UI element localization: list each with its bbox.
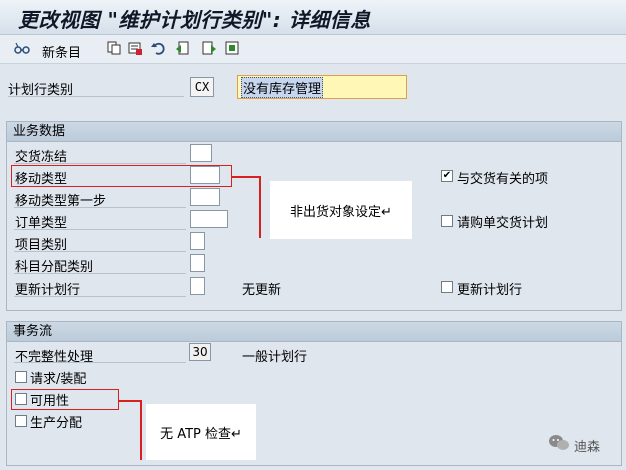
toolbar — [0, 35, 626, 64]
transaction-flow-title: 事务流 — [7, 322, 621, 342]
doc-select-icon[interactable] — [224, 40, 240, 56]
update-sched-field[interactable] — [190, 277, 205, 295]
copy-icon[interactable] — [106, 40, 122, 56]
delivery-relevant-label: 与交货有关的项 — [457, 172, 549, 187]
category-code-field[interactable]: CX — [190, 77, 214, 97]
annotation-connector — [140, 400, 142, 460]
incomplete-value-field[interactable]: 30 — [189, 343, 211, 361]
delivery-relevant-checkbox[interactable]: ✔ — [441, 170, 453, 182]
doc-arrow-right-icon[interactable] — [201, 40, 217, 56]
no-update-text: 无更新 — [242, 283, 282, 298]
req-assembly-label: 请求/装配 — [30, 372, 87, 387]
purch-req-checkbox[interactable] — [441, 215, 453, 227]
item-category-field[interactable] — [190, 232, 205, 250]
purch-req-label: 请购单交货计划 — [457, 216, 549, 231]
category-desc-text: 没有库存管理 — [241, 76, 324, 98]
row-underline — [14, 362, 186, 363]
annotation-connector — [259, 176, 261, 238]
row-underline — [14, 229, 186, 230]
update-sched-checkbox[interactable] — [441, 281, 453, 293]
wechat-logo-icon — [548, 434, 570, 456]
undo-icon[interactable] — [150, 40, 166, 56]
label-underline — [8, 96, 184, 97]
category-desc-input[interactable]: 没有库存管理 — [237, 75, 407, 99]
annotation-connector — [119, 400, 141, 402]
row-underline — [14, 163, 186, 164]
incomplete-text: 一般计划行 — [242, 350, 308, 365]
business-data-title: 业务数据 — [7, 122, 621, 142]
movement-type-step1-field[interactable] — [190, 188, 220, 206]
annotation-note-1: 非出货对象设定↵ — [270, 181, 412, 239]
row-underline — [14, 207, 186, 208]
page-title: 更改视图 "维护计划行类别": 详细信息 — [18, 8, 371, 32]
glasses-icon[interactable] — [14, 40, 30, 56]
new-entries-button[interactable]: 新条目 — [42, 42, 81, 61]
row-underline — [14, 251, 186, 252]
doc-arrow-left-icon[interactable] — [175, 40, 191, 56]
watermark-text: 迪森 — [574, 440, 601, 455]
delete-icon[interactable] — [127, 40, 143, 56]
row-underline — [14, 296, 186, 297]
prod-alloc-checkbox[interactable] — [15, 415, 27, 427]
row-underline — [14, 273, 186, 274]
movement-type-highlight — [11, 165, 232, 187]
annotation-connector — [232, 176, 260, 178]
req-assembly-checkbox[interactable] — [15, 371, 27, 383]
update-sched-cb-label: 更新计划行 — [457, 283, 523, 298]
availability-highlight — [11, 389, 119, 410]
order-type-field[interactable] — [190, 210, 228, 228]
delivery-block-field[interactable] — [190, 144, 212, 162]
annotation-note-2: 无 ATP 检查↵ — [146, 404, 256, 460]
acct-assign-field[interactable] — [190, 254, 205, 272]
checkmark-icon: ✔ — [442, 170, 452, 181]
prod-alloc-label: 生产分配 — [30, 416, 83, 431]
